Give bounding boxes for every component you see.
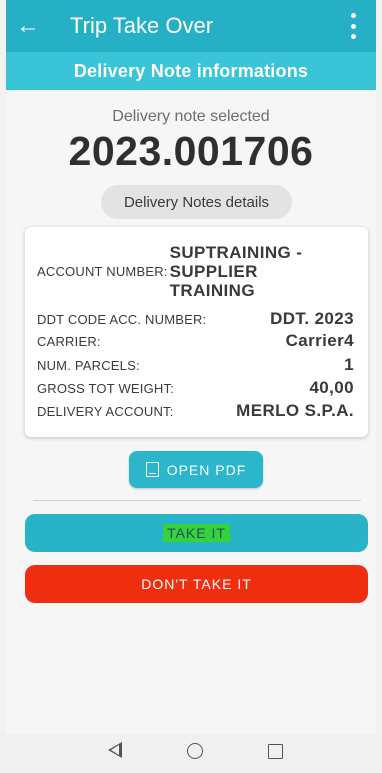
ddt-code-label: DDT CODE ACC. NUMBER: (37, 311, 207, 327)
ddt-code-value: DDT. 2023 (270, 309, 354, 328)
system-nav-bar (0, 734, 382, 773)
section-header: Delivery Note informations (6, 52, 376, 90)
num-parcels-label: NUM. PARCELS: (37, 357, 140, 373)
more-options-icon[interactable] (342, 13, 364, 39)
delivery-account-row: DELIVERY ACCOUNT: MERLO S.P.A. (37, 401, 354, 421)
open-pdf-label: OPEN PDF (166, 461, 247, 478)
delivery-note-number: 2023.001706 (68, 128, 314, 174)
gross-weight-value: 40,00 (309, 378, 354, 397)
gross-weight-row: GROSS TOT WEIGHT: 40,00 (37, 378, 354, 398)
account-number-row: ACCOUNT NUMBER: SUPTRAINING - SUPPLIER T… (37, 243, 354, 300)
carrier-label: CARRIER: (37, 333, 101, 349)
delivery-notes-details-chip[interactable]: Delivery Notes details (101, 185, 292, 219)
app-bar: ← Trip Take Over (6, 0, 376, 52)
delivery-account-label: DELIVERY ACCOUNT: (37, 403, 174, 419)
carrier-value: Carrier4 (285, 331, 354, 350)
dont-take-it-label: DON'T TAKE IT (141, 576, 252, 592)
delivery-account-value: MERLO S.P.A. (236, 401, 354, 420)
account-number-label: ACCOUNT NUMBER: (37, 264, 168, 279)
page-title: Trip Take Over (70, 13, 214, 38)
back-arrow-icon[interactable]: ← (6, 0, 50, 52)
take-it-label: TAKE IT (163, 524, 230, 542)
selected-note-label: Delivery note selected (112, 108, 270, 125)
num-parcels-value: 1 (344, 355, 354, 374)
account-number-value: SUPTRAINING - SUPPLIER TRAINING (169, 243, 303, 300)
dont-take-it-button[interactable]: DON'T TAKE IT (25, 565, 368, 603)
nav-recents-icon[interactable] (268, 744, 283, 759)
divider (33, 500, 361, 501)
pdf-icon (145, 462, 159, 477)
delivery-details-card: ACCOUNT NUMBER: SUPTRAINING - SUPPLIER T… (25, 227, 368, 437)
gross-weight-label: GROSS TOT WEIGHT: (37, 380, 175, 396)
open-pdf-button[interactable]: OPEN PDF (129, 451, 263, 488)
take-it-button[interactable]: TAKE IT (25, 514, 368, 552)
carrier-row: CARRIER: Carrier4 (37, 331, 354, 351)
nav-back-icon[interactable] (108, 742, 122, 758)
screen: ← Trip Take Over Delivery Note informati… (6, 0, 376, 773)
ddt-code-row: DDT CODE ACC. NUMBER: DDT. 2023 (37, 309, 354, 329)
nav-home-icon[interactable] (187, 743, 203, 759)
num-parcels-row: NUM. PARCELS: 1 (37, 355, 354, 375)
